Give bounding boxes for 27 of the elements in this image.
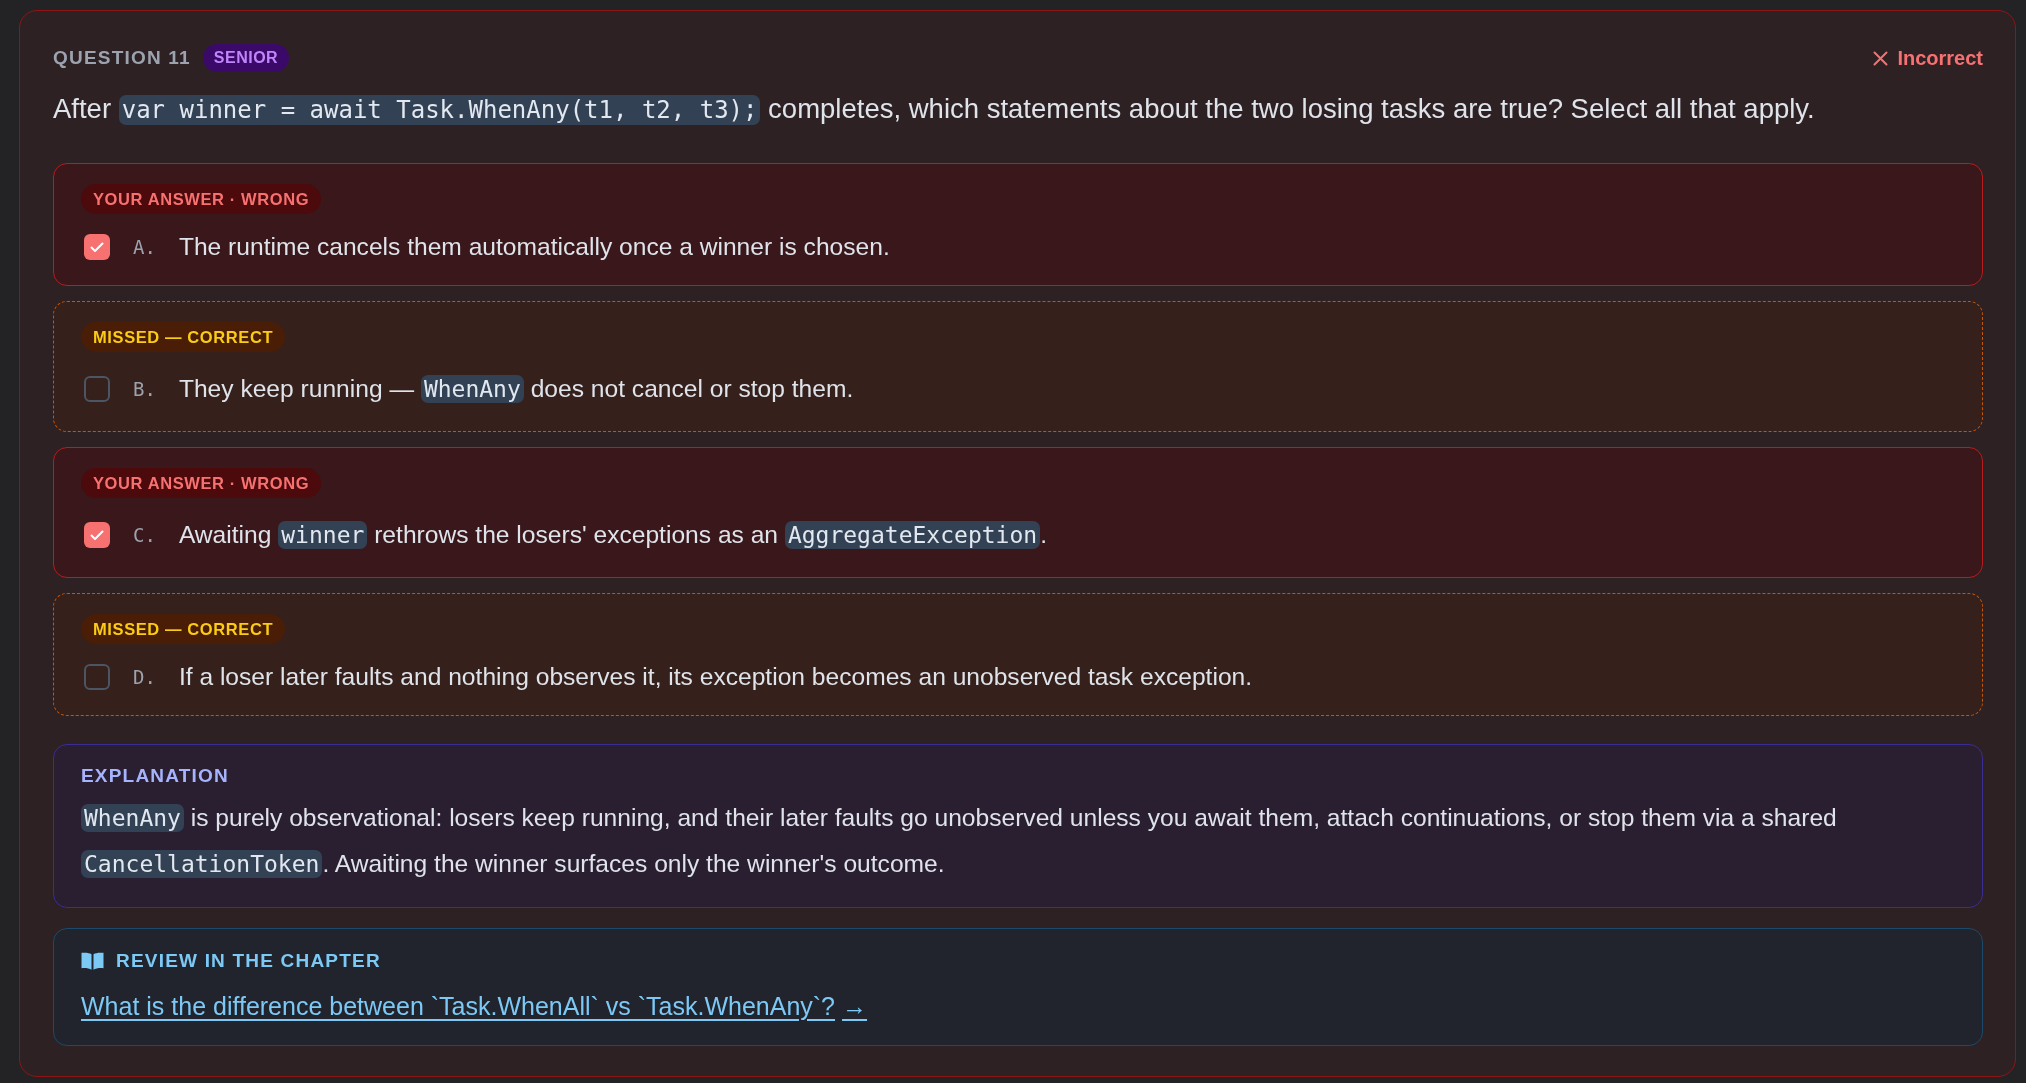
checkbox[interactable] bbox=[84, 234, 110, 260]
explanation-text: WhenAny is purely observational: losers keep running, and their later faults go unobserved unless you await them, attach continuations, or stop them via a shared CancellationToken. Awaiting the winner surfaces only the winner's outcome. bbox=[81, 795, 1955, 887]
status-badge: MISSED — CORRECT bbox=[81, 322, 286, 352]
question-number: QUESTION 11 bbox=[53, 47, 191, 69]
explanation-title: EXPLANATION bbox=[81, 765, 230, 787]
checkbox[interactable] bbox=[84, 376, 110, 402]
check-icon bbox=[90, 529, 104, 541]
review-title: REVIEW IN THE CHAPTER bbox=[116, 950, 381, 972]
option-text: They keep running — WhenAny does not cancel or stop them. bbox=[178, 374, 854, 405]
level-badge: SENIOR bbox=[202, 44, 290, 72]
check-icon bbox=[90, 241, 104, 253]
option-text: If a loser later faults and nothing observes it, its exception becomes an unobserved task exception. bbox=[178, 662, 1253, 692]
option-text: The runtime cancels them automatically once a winner is chosen. bbox=[178, 232, 890, 262]
result-label: Incorrect bbox=[1897, 46, 1983, 70]
status-badge: MISSED — CORRECT bbox=[81, 614, 286, 644]
book-icon bbox=[81, 952, 104, 970]
question-text: After var winner = await Task.WhenAny(t1, t2, t3); completes, which statements about the two losing tasks are true? Select all that apply. bbox=[53, 92, 1816, 127]
checkbox[interactable] bbox=[84, 522, 110, 548]
status-badge: YOUR ANSWER · WRONG bbox=[81, 184, 322, 214]
option-letter: C. bbox=[133, 524, 156, 546]
option-text: Awaiting winner rethrows the losers' exceptions as an AggregateException. bbox=[178, 520, 1047, 551]
option-letter: A. bbox=[133, 236, 156, 258]
chapter-link[interactable]: What is the difference between `Task.WhenAll` vs `Task.WhenAny`? → bbox=[81, 988, 868, 1024]
option-letter: D. bbox=[133, 666, 156, 688]
checkbox[interactable] bbox=[84, 664, 110, 690]
status-badge: YOUR ANSWER · WRONG bbox=[81, 468, 322, 498]
option-letter: B. bbox=[133, 378, 156, 400]
